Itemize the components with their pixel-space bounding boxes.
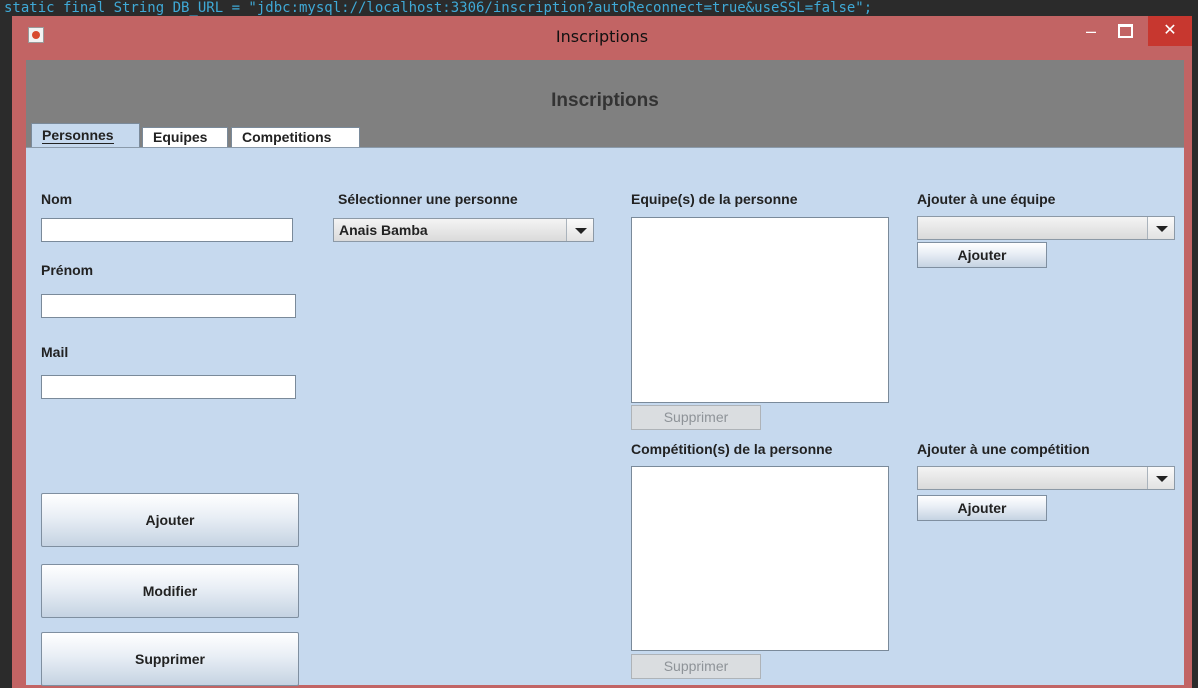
- tab-equipes-label: Equipes: [153, 129, 208, 145]
- add-competition-select[interactable]: [917, 466, 1175, 490]
- tab-personnes[interactable]: Personnes: [31, 123, 140, 148]
- competitions-list[interactable]: [631, 466, 889, 651]
- person-select-label: Sélectionner une personne: [338, 191, 518, 207]
- prenom-field[interactable]: [41, 294, 296, 318]
- maximize-icon: [1117, 23, 1133, 38]
- mail-field[interactable]: [41, 375, 296, 399]
- add-competition-label: Ajouter à une compétition: [917, 441, 1090, 457]
- add-team-select[interactable]: [917, 216, 1175, 240]
- window-title: Inscriptions: [555, 27, 649, 46]
- background-code-line: static final String DB_URL = "jdbc:mysql…: [4, 0, 873, 16]
- app-window: Inscriptions – ✕ Inscriptions Personnes …: [12, 16, 1192, 688]
- chevron-down-icon[interactable]: [1147, 217, 1174, 239]
- title-bar[interactable]: Inscriptions – ✕: [12, 16, 1192, 64]
- page-title: Inscriptions: [551, 90, 659, 111]
- remove-team-button[interactable]: Supprimer: [631, 405, 761, 430]
- add-person-button[interactable]: Ajouter: [41, 493, 299, 547]
- add-competition-button[interactable]: Ajouter: [917, 495, 1047, 521]
- tab-competitions-label: Competitions: [242, 129, 332, 145]
- nom-label: Nom: [41, 191, 73, 207]
- minimize-button[interactable]: –: [1074, 16, 1108, 46]
- add-team-label: Ajouter à une équipe: [917, 191, 1056, 207]
- tab-equipes[interactable]: Equipes: [142, 127, 228, 147]
- modify-person-button[interactable]: Modifier: [41, 564, 299, 618]
- remove-competition-button[interactable]: Supprimer: [631, 654, 761, 679]
- chevron-down-icon[interactable]: [566, 219, 593, 241]
- window-content: Inscriptions Personnes Equipes Competiti…: [26, 60, 1184, 686]
- prenom-label: Prénom: [41, 262, 94, 278]
- tab-personnes-label: Personnes: [42, 127, 114, 144]
- mail-label: Mail: [41, 344, 69, 360]
- add-team-button[interactable]: Ajouter: [917, 242, 1047, 268]
- tab-panel-border: [26, 147, 1184, 148]
- chevron-down-icon[interactable]: [1147, 467, 1174, 489]
- person-select[interactable]: Anais Bamba: [333, 218, 594, 242]
- maximize-button[interactable]: [1108, 16, 1142, 46]
- tab-competitions[interactable]: Competitions: [231, 127, 360, 147]
- person-select-value: Anais Bamba: [339, 222, 428, 238]
- delete-person-button[interactable]: Supprimer: [41, 632, 299, 686]
- close-button[interactable]: ✕: [1148, 16, 1192, 46]
- nom-field[interactable]: [41, 218, 293, 242]
- competitions-label: Compétition(s) de la personne: [631, 441, 833, 457]
- teams-list[interactable]: [631, 217, 889, 403]
- teams-label: Equipe(s) de la personne: [631, 191, 798, 207]
